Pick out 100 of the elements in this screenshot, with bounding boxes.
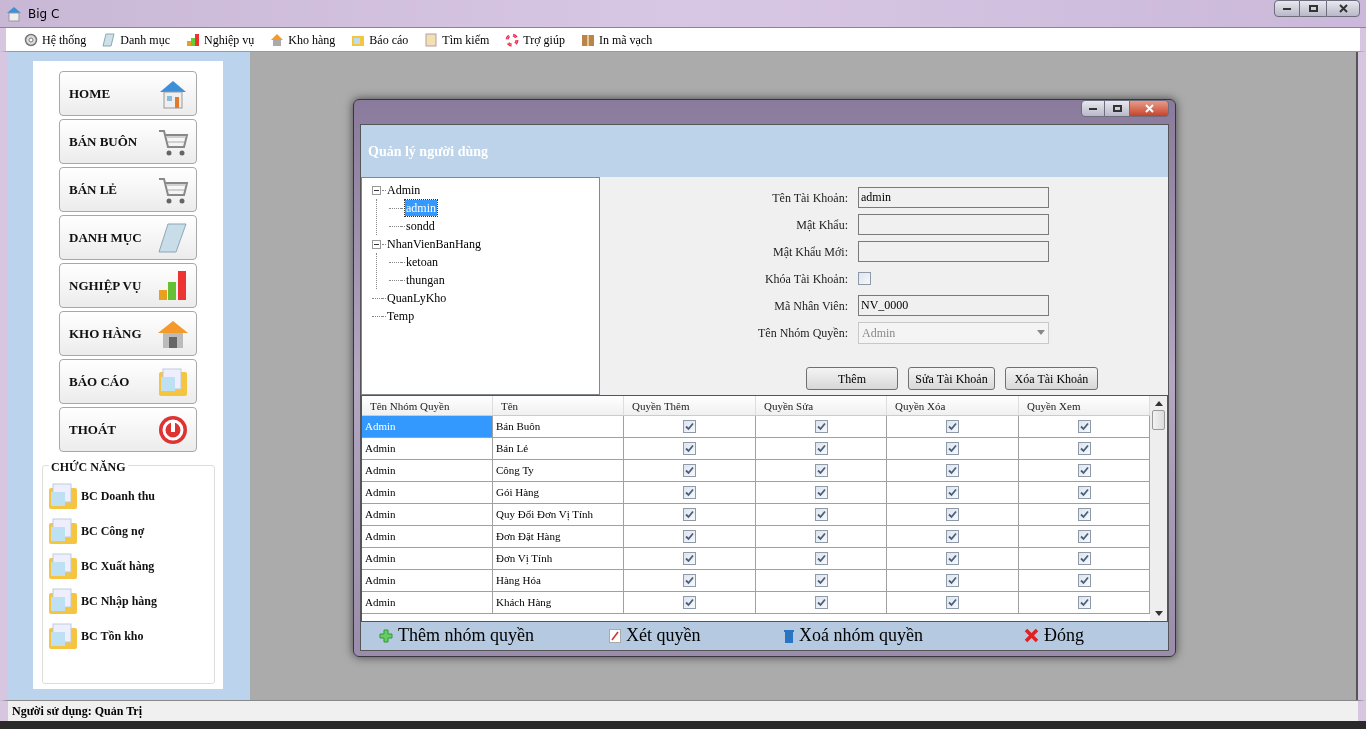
toolbar-button[interactable]: Đóng [1024,622,1084,649]
toolbar-button[interactable]: Xét quyền [609,622,701,650]
checkbox[interactable] [946,464,959,477]
close-icon [1144,104,1154,113]
menu-item[interactable]: Báo cáo [351,30,409,49]
checkbox[interactable] [683,442,696,455]
column-header[interactable]: Tên Nhóm Quyền [362,396,493,415]
toolbar-button[interactable]: Xoá nhóm quyền [784,622,923,650]
checkbox[interactable] [814,486,828,499]
tree-item[interactable]: sondd [405,218,436,234]
sidebar-button[interactable]: BÁN LẺ [59,167,197,212]
collapse-icon[interactable] [372,185,381,195]
menu-item[interactable]: Tìm kiếm [424,30,490,49]
report-link[interactable]: BC Nhập hàng [48,583,214,618]
menu-item[interactable]: Hệ thống [24,30,87,49]
checkbox[interactable] [1077,508,1091,521]
column-header[interactable]: Quyền Thêm [624,396,756,415]
table-cell: Admin [362,526,493,547]
tree-item[interactable]: thungan [405,272,446,288]
sidebar-button[interactable]: DANH MỤC [59,215,197,260]
checkbox[interactable] [1077,464,1091,477]
checkbox[interactable] [683,530,696,543]
checkbox[interactable] [858,272,871,285]
text-field[interactable] [858,241,1049,262]
tree-item[interactable]: Admin [386,182,422,198]
checkbox[interactable] [683,508,696,521]
checkbox[interactable] [683,574,696,587]
tree-item[interactable]: Temp [386,308,416,324]
table-cell: Hàng Hóa [493,570,624,591]
checkbox[interactable] [814,442,828,455]
close-button[interactable] [1326,0,1360,17]
checkbox[interactable] [946,420,959,433]
tree-item[interactable]: ketoan [405,254,439,270]
form-button[interactable]: Xóa Tài Khoản [1005,367,1098,390]
checkbox[interactable] [683,464,696,477]
checkbox[interactable] [683,420,696,433]
checkbox[interactable] [946,442,959,455]
sidebar-button[interactable]: BÁN BUÔN [59,119,197,164]
checkbox[interactable] [1077,574,1091,587]
scroll-thumb[interactable] [1152,410,1165,430]
collapse-icon[interactable] [372,239,381,249]
maximize-button[interactable] [1105,100,1129,117]
checkbox[interactable] [946,530,959,543]
table-cell: Khách Hàng [493,592,624,613]
checkbox[interactable] [1077,552,1091,565]
column-header[interactable]: Quyền Sửa [756,396,887,415]
menu-item[interactable]: Danh mục [102,30,170,49]
sidebar-button[interactable]: HOME [59,71,197,116]
close-button[interactable] [1129,100,1169,117]
text-field[interactable] [858,214,1049,235]
checkbox[interactable] [946,486,959,499]
checkbox[interactable] [814,596,828,609]
menu-item[interactable]: Kho hàng [270,30,336,49]
checkbox[interactable] [946,508,959,521]
checkbox[interactable] [1077,486,1091,499]
checkbox[interactable] [814,530,828,543]
maximize-button[interactable] [1300,0,1326,17]
form-button[interactable]: Thêm [806,367,898,390]
table-cell: Bán Lẻ [493,438,624,459]
checkbox[interactable] [814,420,828,433]
checkbox[interactable] [1077,530,1091,543]
column-header[interactable]: Quyền Xóa [887,396,1019,415]
checkbox[interactable] [814,574,828,587]
tree-item[interactable]: QuanLyKho [386,290,448,306]
checkbox[interactable] [814,552,828,565]
checkbox[interactable] [1077,596,1091,609]
sidebar-button[interactable]: BÁO CÁO [59,359,197,404]
checkbox[interactable] [683,486,696,499]
text-field[interactable]: admin [858,187,1049,208]
checkbox[interactable] [683,552,696,565]
form-button[interactable]: Sửa Tài Khoản [908,367,995,390]
close-icon [1338,4,1348,13]
checkbox[interactable] [814,508,828,521]
report-link[interactable]: BC Tồn kho [48,618,214,653]
scrollbar[interactable] [1150,396,1167,621]
lifebuoy-icon [505,32,520,47]
menu-item[interactable]: Nghiệp vụ [186,30,255,49]
sidebar-button[interactable]: KHO HÀNG [59,311,197,356]
checkbox[interactable] [1077,442,1091,455]
text-field[interactable]: NV_0000 [858,295,1049,316]
checkbox[interactable] [946,552,959,565]
minimize-button[interactable] [1274,0,1300,17]
checkbox[interactable] [814,464,828,477]
gear-icon [24,32,38,47]
report-link[interactable]: BC Xuất hàng [48,548,214,583]
report-link[interactable]: BC Doanh thu [48,478,214,513]
sidebar-button[interactable]: THOÁT [59,407,197,452]
tree-item[interactable]: NhanVienBanHang [386,236,482,252]
report-link[interactable]: BC Công nợ [48,513,214,548]
toolbar-button[interactable]: Thêm nhóm quyền [379,622,534,650]
sidebar-button[interactable]: NGHIỆP VỤ [59,263,197,308]
checkbox[interactable] [946,596,959,609]
column-header[interactable]: Tên [493,396,624,415]
menu-item[interactable]: Trợ giúp [505,30,565,49]
menu-item[interactable]: In mã vạch [580,30,653,49]
table-cell: Admin [362,570,493,591]
checkbox[interactable] [1077,420,1091,433]
checkbox[interactable] [683,596,696,609]
minimize-button[interactable] [1081,100,1105,117]
checkbox[interactable] [946,574,959,587]
